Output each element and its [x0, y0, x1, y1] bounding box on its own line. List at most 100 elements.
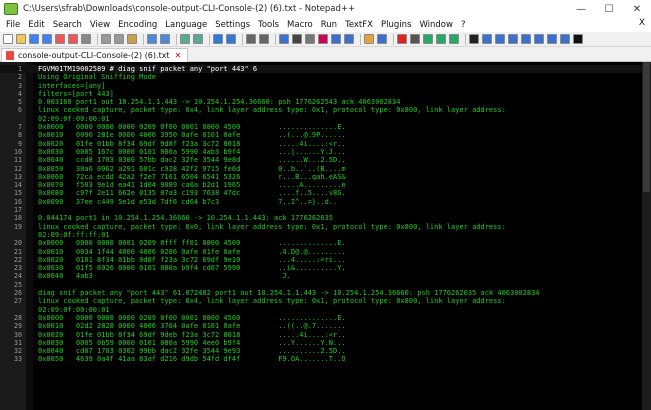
menu-run[interactable]: Run — [317, 20, 341, 30]
editor-line[interactable]: 1 FGVM01TM19002589 # diag snif packet any… — [0, 65, 651, 74]
toolbar-folder-button[interactable] — [364, 34, 374, 44]
toolbar-save-macro-button[interactable] — [449, 34, 459, 44]
editor-line[interactable]: 6 linux cooked capture, packet type: 0x4,… — [0, 106, 651, 114]
editor-line[interactable]: 25 — [0, 281, 651, 289]
menu-edit[interactable]: Edit — [24, 20, 48, 30]
toolbar-sync-h-button[interactable] — [259, 34, 269, 44]
editor-line[interactable]: 31 0x0030 0005 0b59 0000 0101 080a 5990 4… — [0, 339, 651, 347]
editor-line[interactable]: 28 0x0000 0000 0000 0000 0209 0f00 0001 0… — [0, 314, 651, 322]
editor-line[interactable]: 23 0x0030 01f5 6926 0000 0101 080a b9f4 c… — [0, 264, 651, 272]
editor-line[interactable]: 02:09:0f:00:00:01 — [0, 115, 651, 123]
editor-line[interactable]: 02:09:0f:00:00:01 — [0, 306, 651, 314]
editor-line[interactable]: 2 Using Original Sniffing Mode — [0, 73, 651, 81]
toolbar-paste-button[interactable] — [127, 34, 137, 44]
toolbar-zoom-out-button[interactable] — [226, 34, 236, 44]
menu-language[interactable]: Language — [161, 20, 211, 30]
toolbar-textfx-1-button[interactable] — [469, 34, 479, 44]
menu-view[interactable]: View — [86, 20, 114, 30]
editor-line[interactable]: 19 linux cooked capture, packet type: 0x0… — [0, 223, 651, 231]
vertical-scrollbar[interactable] — [642, 62, 651, 410]
scrollbar-thumb[interactable] — [643, 62, 650, 192]
toolbar-undo-button[interactable] — [147, 34, 157, 44]
toolbar-play-multi-button[interactable] — [436, 34, 446, 44]
toolbar-save-all-button[interactable] — [42, 34, 52, 44]
toolbar-word-wrap-button[interactable] — [279, 34, 289, 44]
toolbar-stop-button[interactable] — [410, 34, 420, 44]
toolbar-doc-map-button[interactable] — [331, 34, 341, 44]
editor-line[interactable]: 24 0x0040 4ab3 J. — [0, 272, 651, 280]
menu-help[interactable]: ? — [457, 20, 470, 30]
editor-line[interactable]: 3 interfaces=[any] — [0, 82, 651, 90]
toolbar-textfx-7-button[interactable] — [547, 34, 557, 44]
menu-plugins[interactable]: Plugins — [377, 20, 415, 30]
tab-close-icon[interactable]: ✕ — [175, 51, 182, 60]
editor-line[interactable]: 8 0x0010 0090 281e 0000 4006 3950 0afe 01… — [0, 131, 651, 139]
menu-settings[interactable]: Settings — [211, 20, 254, 30]
editor-line[interactable]: 16 0x0090 37ee c449 5e1d e53d 7df6 cd64 b… — [0, 198, 651, 206]
toolbar-open-file-button[interactable] — [16, 34, 26, 44]
toolbar-print-button[interactable] — [81, 34, 91, 44]
editor-line[interactable]: 02:09:0f:ff:ff:01 — [0, 231, 651, 239]
menu-file[interactable]: File — [0, 20, 24, 30]
editor-line[interactable]: 29 0x0010 02d2 2828 0000 4006 3704 0afe 0… — [0, 322, 651, 330]
editor-line[interactable]: 30 0x0020 01fe 01bb 8f34 69df 9deb f23a 3… — [0, 331, 651, 339]
toolbar-function-list-button[interactable] — [344, 34, 354, 44]
menu-textfx[interactable]: TextFX — [341, 20, 377, 30]
toolbar-textfx-5-button[interactable] — [521, 34, 531, 44]
toolbar-replace-button[interactable] — [193, 34, 203, 44]
toolbar-textfx-6-button[interactable] — [534, 34, 544, 44]
document-close-button[interactable]: X — [639, 18, 645, 28]
toolbar-textfx-4-button[interactable] — [508, 34, 518, 44]
toolbar-cut-button[interactable] — [101, 34, 111, 44]
toolbar-textfx-9-button[interactable] — [573, 34, 583, 44]
editor-line[interactable]: 17 — [0, 206, 651, 214]
toolbar-monitor-button[interactable] — [377, 34, 387, 44]
toolbar-textfx-3-button[interactable] — [495, 34, 505, 44]
toolbar-show-all-button[interactable] — [292, 34, 302, 44]
toolbar-zoom-in-button[interactable] — [213, 34, 223, 44]
editor-line[interactable]: 18 0.044174 port1 in 10.254.1.254.36660 -… — [0, 214, 651, 222]
menu-search[interactable]: Search — [49, 20, 86, 30]
editor-line[interactable]: 4 filters=[port 443] — [0, 90, 651, 98]
close-button[interactable]: ✕ — [623, 0, 651, 18]
minimize-button[interactable]: — — [567, 0, 595, 18]
title-bar[interactable]: C:\Users\sfrab\Downloads\console-output-… — [0, 0, 651, 18]
toolbar-close-button[interactable] — [55, 34, 65, 44]
tab-console-output[interactable]: console-output-CLI-Console-(2) (6).txt ✕ — [1, 48, 189, 62]
editor-line[interactable]: 27 linux cooked capture, packet type: 0x4… — [0, 297, 651, 305]
editor-line[interactable]: 10 0x0030 0005 167c 0000 0101 080a 5990 4… — [0, 148, 651, 156]
text-editor[interactable]: 1 FGVM01TM19002589 # diag snif packet any… — [0, 62, 651, 410]
editor-line[interactable]: 15 0x0080 c97f 2e11 662e 0135 07a3 c193 7… — [0, 189, 651, 197]
toolbar-textfx-8-button[interactable] — [560, 34, 570, 44]
editor-line[interactable]: 12 0x0050 30a6 0962 a291 601c c928 42f2 9… — [0, 165, 651, 173]
editor-line[interactable]: 21 0x0010 0034 1f44 4000 4006 0286 0afe 0… — [0, 248, 651, 256]
toolbar-indent-guide-button[interactable] — [305, 34, 315, 44]
toolbar-record-button[interactable] — [397, 34, 407, 44]
toolbar-redo-button[interactable] — [160, 34, 170, 44]
editor-line[interactable]: 32 0x0040 cd07 1703 0302 99bb dac2 32fe 3… — [0, 347, 651, 355]
toolbar-save-button[interactable] — [29, 34, 39, 44]
editor-line[interactable]: 26 diag snif packet any "port 443" 61.072… — [0, 289, 651, 297]
menu-encoding[interactable]: Encoding — [114, 20, 161, 30]
editor-line[interactable]: 7 0x0000 0000 0000 0000 0209 0f00 0001 08… — [0, 123, 651, 131]
editor-line[interactable]: 33 0x0050 4639 0a4f 41aa 83af d216 d9db 5… — [0, 355, 651, 363]
editor-line[interactable]: 14 0x0070 f503 9e1d ea41 1d04 9089 ca0a b… — [0, 181, 651, 189]
toolbar-new-file-button[interactable] — [3, 34, 13, 44]
toolbar-copy-button[interactable] — [114, 34, 124, 44]
toolbar-close-all-button[interactable] — [68, 34, 78, 44]
maximize-button[interactable]: ☐ — [595, 0, 623, 18]
editor-line[interactable]: 9 0x0020 01fe 01bb 8f34 69df 9d8f f23a 3c… — [0, 140, 651, 148]
toolbar-sync-v-button[interactable] — [246, 34, 256, 44]
menu-macro[interactable]: Macro — [283, 20, 317, 30]
editor-line[interactable]: 13 0x0060 72ca ecdd 42a2 f2e7 7161 6504 6… — [0, 173, 651, 181]
toolbar-textfx-2-button[interactable] — [482, 34, 492, 44]
editor-line[interactable]: 11 0x0040 ccd8 1703 0300 57bb dac2 32fe 3… — [0, 156, 651, 164]
editor-line[interactable]: 22 0x0020 0101 8f34 01bb 9d8f f23a 3c72 6… — [0, 256, 651, 264]
menu-window[interactable]: Window — [415, 20, 457, 30]
editor-line[interactable]: 20 0x0000 0000 0000 0001 0209 0fff ff01 0… — [0, 239, 651, 247]
editor-line[interactable]: 5 0.003169 port1 out 10.254.1.1.443 -> 10… — [0, 98, 651, 106]
toolbar-udl-button[interactable] — [318, 34, 328, 44]
menu-tools[interactable]: Tools — [254, 20, 283, 30]
toolbar-find-button[interactable] — [180, 34, 190, 44]
toolbar-play-button[interactable] — [423, 34, 433, 44]
